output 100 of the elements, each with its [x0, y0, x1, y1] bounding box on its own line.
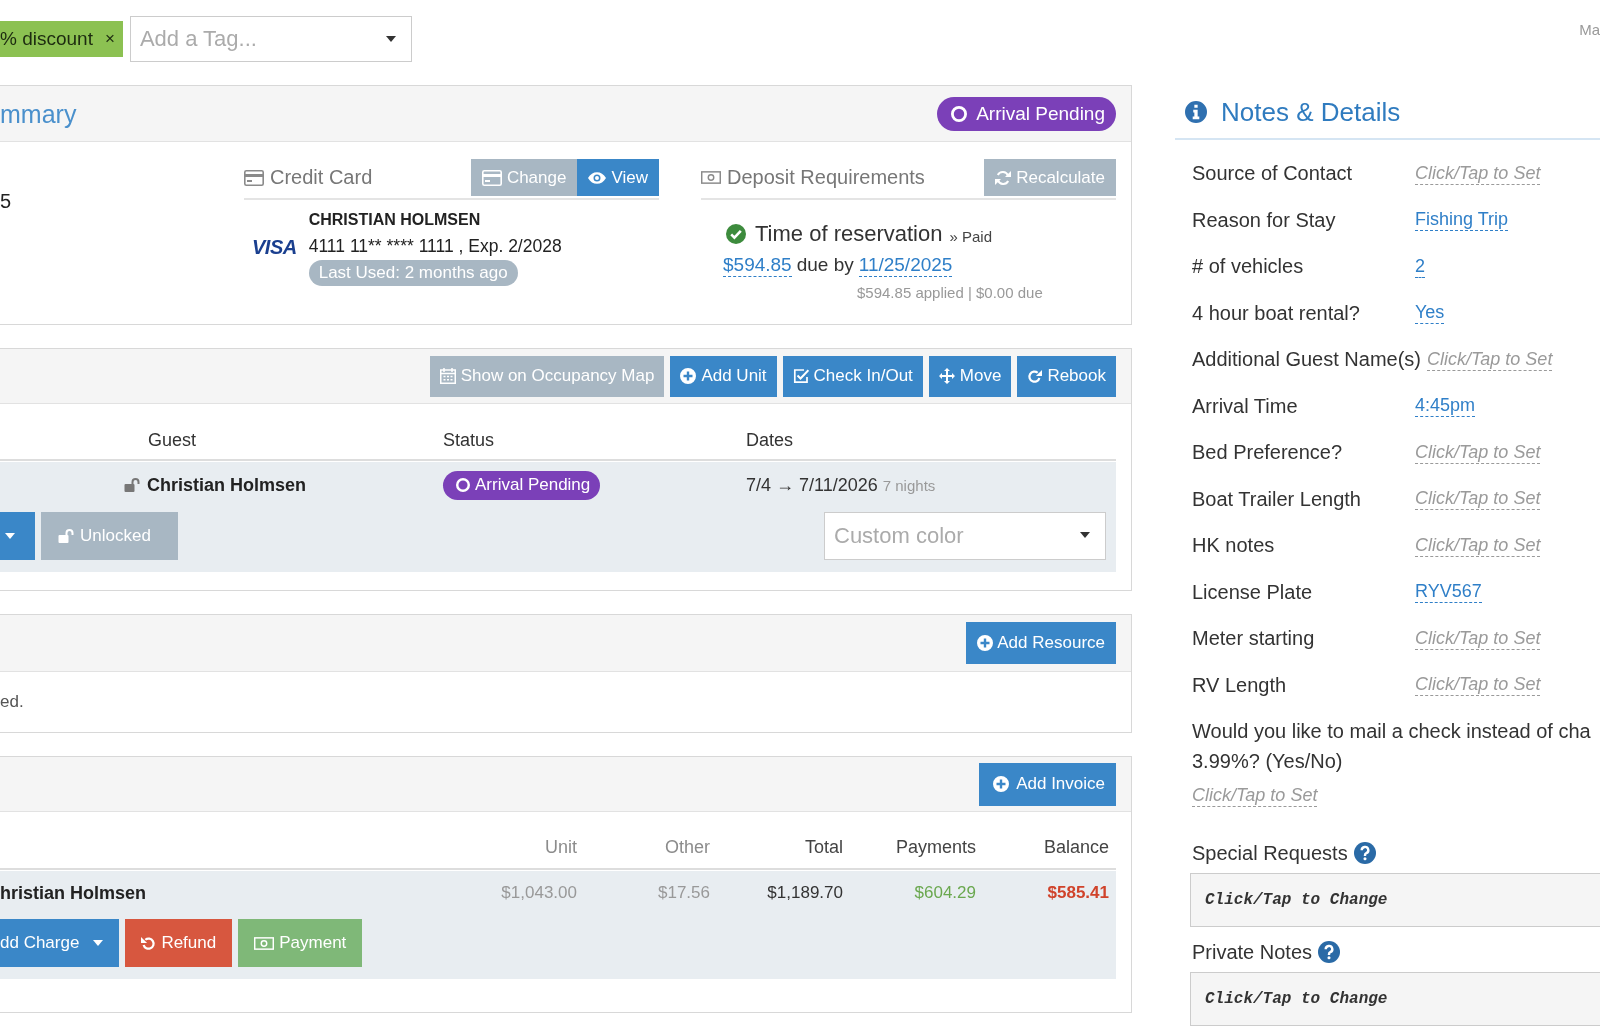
caret-icon: [385, 36, 396, 42]
add-invoice-button[interactable]: Add Invoice: [979, 762, 1116, 806]
editable-value[interactable]: Yes: [1415, 301, 1445, 325]
amount-text: $1,189.70: [767, 882, 843, 904]
due-text: due by: [796, 253, 854, 277]
field-label: # of vehicles: [1192, 254, 1304, 280]
caret-icon: [1080, 532, 1090, 538]
eye-icon: [588, 171, 607, 184]
card-brand-logo: VISA: [252, 234, 297, 259]
ring-icon: [951, 105, 968, 122]
field-label: HK notes: [1192, 533, 1275, 559]
refund-button[interactable]: Refund: [125, 919, 233, 967]
column-header: Total: [804, 836, 843, 858]
summary-text: 5: [0, 190, 12, 212]
column-header: Balance: [1043, 836, 1109, 858]
cardholder-name: CHRISTIAN HOLMSEN: [308, 210, 481, 230]
recalculate-button[interactable]: Recalculate: [984, 159, 1116, 196]
section-heading: Deposit Requirements: [727, 166, 925, 189]
field-label: RV Length: [1192, 672, 1287, 698]
field-label: Special Requests: [1192, 841, 1348, 866]
deposit-summary: $594.85 applied | $0.00 due: [857, 284, 1043, 301]
column-header: Guest: [148, 429, 197, 451]
editable-value[interactable]: Click/Tap to Set: [1415, 626, 1541, 650]
nights-text: 7 nights: [882, 476, 936, 494]
field-label: Private Notes: [1192, 940, 1313, 965]
add-unit-button[interactable]: Add Unit: [670, 355, 777, 397]
color-select[interactable]: Custom color: [824, 512, 1106, 560]
column-header: Status: [443, 429, 495, 451]
undo-icon: [141, 935, 157, 951]
amount-text: $585.41: [1047, 882, 1109, 904]
add-charge-button[interactable]: dd Charge: [0, 919, 120, 967]
dates-text: 7/4 → 7/11/2026: [746, 474, 878, 496]
header-text: Ma: [1579, 20, 1600, 38]
field-label: Meter starting: [1192, 626, 1315, 652]
remove-tag-button[interactable]: ×: [104, 30, 115, 48]
editable-value[interactable]: RYV567: [1415, 580, 1482, 604]
editable-value[interactable]: Click/Tap to Set: [1415, 533, 1541, 557]
lock-button[interactable]: Unlocked: [41, 512, 178, 560]
credit-card-icon: [481, 169, 502, 186]
guest-name: Christian Holmsen: [147, 474, 307, 496]
section-heading: Credit Card: [270, 166, 373, 189]
status-text: Arrival Pending: [976, 102, 1105, 125]
payment-button[interactable]: Payment: [238, 919, 363, 967]
check-in-out-button[interactable]: Check In/Out: [782, 355, 923, 397]
amount-link[interactable]: $594.85: [723, 253, 792, 277]
editable-value[interactable]: Fishing Trip: [1415, 208, 1509, 232]
field-label: Boat Trailer Length: [1192, 486, 1361, 512]
rebook-button[interactable]: Rebook: [1017, 355, 1116, 397]
panel-title: mmary: [0, 98, 77, 129]
info-icon: [1185, 100, 1207, 123]
calendar-icon: [439, 368, 456, 384]
editable-value[interactable]: Click/Tap to Set: [1415, 673, 1541, 697]
move-button[interactable]: Move: [928, 355, 1012, 397]
banknote-icon: [254, 936, 275, 950]
due-date-link[interactable]: 11/25/2025: [858, 253, 953, 277]
status-text: Arrival Pending: [475, 475, 591, 495]
tag-input[interactable]: Add a Tag...: [129, 16, 412, 62]
requirement-name: Time of reservation: [755, 220, 943, 248]
invoice-name: hristian Holmsen: [0, 882, 147, 904]
editable-value[interactable]: Click/Tap to Set: [1192, 783, 1318, 807]
editable-value[interactable]: Click/Tap to Set: [1415, 487, 1541, 511]
column-header: Unit: [545, 836, 577, 858]
column-header: Payments: [895, 836, 976, 858]
section-title: Notes & Details: [1221, 95, 1401, 128]
change-card-button[interactable]: Change: [470, 159, 578, 196]
field-label: Additional Guest Name(s): [1192, 347, 1421, 373]
notes-field[interactable]: Click/Tap to Change: [1190, 972, 1600, 1026]
requirement-state: » Paid: [949, 228, 993, 247]
editable-value[interactable]: Click/Tap to Set: [1415, 440, 1541, 464]
caret-icon: [5, 533, 15, 539]
card-number: 4111 11** **** 1111 , Exp. 2/2028: [308, 235, 562, 258]
column-header: Dates: [746, 429, 794, 451]
check-square-icon: [792, 368, 809, 384]
field-label: Would you like to mail a check instead of cha 3.99%? (Yes/No): [1192, 719, 1591, 774]
editable-value[interactable]: Click/Tap to Set: [1415, 161, 1541, 185]
amount-text: $1,043.00: [501, 882, 577, 904]
field-label: 4 hour boat rental?: [1192, 300, 1360, 326]
field-label: Arrival Time: [1192, 393, 1298, 419]
ring-icon: [456, 478, 470, 492]
dropdown-button[interactable]: [0, 512, 35, 560]
editable-value[interactable]: 2: [1415, 254, 1425, 278]
credit-card-icon: [244, 169, 264, 186]
view-card-button[interactable]: View: [577, 159, 659, 196]
refresh-icon: [995, 169, 1012, 186]
move-arrows-icon: [938, 368, 955, 384]
help-icon: [1318, 941, 1341, 963]
editable-value[interactable]: 4:45pm: [1415, 394, 1476, 418]
last-used-badge: Last Used: 2 months ago: [308, 260, 518, 286]
help-icon: [1353, 842, 1376, 864]
field-label: Reason for Stay: [1192, 207, 1336, 233]
empty-message: ed.: [0, 692, 24, 711]
field-label: License Plate: [1192, 579, 1313, 605]
editable-value[interactable]: Click/Tap to Set: [1427, 347, 1553, 371]
amount-text: $604.29: [914, 882, 976, 904]
amount-text: $17.56: [658, 882, 710, 904]
notes-field[interactable]: Click/Tap to Change: [1190, 873, 1600, 927]
column-header: Other: [664, 836, 710, 858]
field-label: Bed Preference?: [1192, 440, 1343, 466]
add-resource-button[interactable]: Add Resource: [966, 622, 1116, 664]
occupancy-map-button[interactable]: Show on Occupancy Map: [429, 355, 665, 397]
